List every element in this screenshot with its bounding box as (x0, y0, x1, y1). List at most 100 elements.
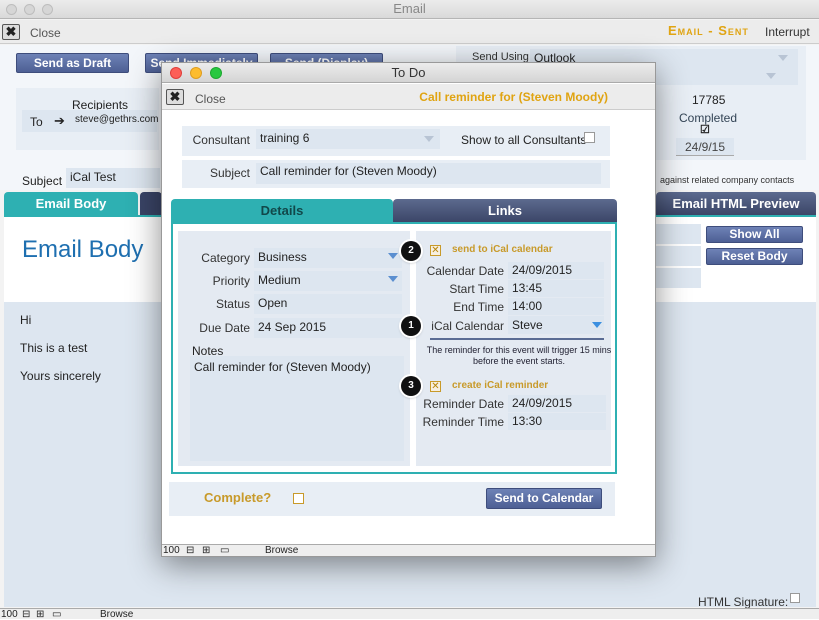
send-to-ical-label: send to iCal calendar (452, 244, 553, 255)
consultant-select[interactable]: training 6 (256, 129, 440, 149)
chevron-down-icon (424, 136, 434, 142)
email-body-heading: Email Body (22, 236, 144, 263)
completed-date: 24/9/15 (676, 138, 734, 156)
close-label[interactable]: Close (195, 92, 226, 106)
tab-details[interactable]: Details (171, 199, 393, 223)
start-time-label: Start Time (449, 282, 504, 296)
tab-html-preview[interactable]: Email HTML Preview (656, 192, 816, 216)
separator (430, 338, 604, 340)
todo-dialog: To Do ✖ Close Call reminder for (Steven … (161, 62, 656, 557)
layout-icon[interactable]: ▭ (220, 545, 229, 556)
zoom-window-icon[interactable] (42, 4, 53, 15)
start-time-input[interactable]: 13:45 (508, 280, 604, 297)
tab-email-body[interactable]: Email Body (4, 192, 138, 216)
zoom-out-icon[interactable]: ⊟ (186, 545, 194, 556)
email-title-bar: Email (0, 0, 819, 19)
tab-links[interactable]: Links (393, 199, 617, 223)
tab-hidden[interactable] (140, 192, 162, 216)
body-line: This is a test (20, 341, 88, 355)
zoom-window-icon[interactable] (210, 67, 222, 79)
consultant-label: Consultant (192, 133, 250, 147)
close-label[interactable]: Close (30, 26, 61, 40)
arrow-right-icon: ➔ (54, 113, 65, 128)
status-bar: 100 ⊟ ⊞ ▭ Browse (0, 608, 819, 620)
zoom-level[interactable]: 100 (163, 545, 180, 556)
status-label: Status (215, 297, 250, 311)
send-to-calendar-button[interactable]: Send to Calendar (486, 488, 602, 509)
dialog-toolbar: ✖ Close Call reminder for (Steven Moody) (162, 84, 655, 110)
signature-field-3[interactable] (656, 268, 701, 288)
signature-field-2[interactable] (656, 246, 701, 266)
priority-select[interactable]: Medium (254, 271, 402, 291)
mode-label: Browse (100, 609, 134, 620)
reminder-time-label: Reminder Time (422, 415, 504, 429)
dialog-header: Call reminder for (Steven Moody) (419, 90, 608, 104)
step-badge: 3 (401, 376, 421, 396)
due-date-label: Due Date (199, 321, 250, 335)
send-to-ical-checkbox[interactable]: ✕ (430, 245, 441, 256)
chevron-down-icon (778, 55, 788, 61)
reset-body-button[interactable]: Reset Body (706, 248, 803, 265)
subject-label: Subject (209, 166, 250, 180)
page-title: Email - Sent (668, 23, 749, 38)
to-label: To (30, 115, 43, 129)
status-input[interactable]: Open (254, 294, 402, 314)
zoom-out-icon[interactable]: ⊟ (22, 609, 30, 620)
checkbox-checked-icon[interactable]: ☑ (700, 123, 710, 136)
calendar-date-input[interactable]: 24/09/2015 (508, 262, 604, 279)
subject-input[interactable]: iCal Test (66, 168, 160, 188)
calendar-date-label: Calendar Date (426, 264, 504, 278)
ical-calendar-select[interactable]: Steve (508, 316, 604, 334)
close-window-icon[interactable] (170, 67, 182, 79)
record-id: 17785 (692, 93, 726, 107)
dialog-title: To Do (391, 65, 426, 80)
create-reminder-label: create iCal reminder (452, 380, 549, 391)
complete-checkbox[interactable] (293, 493, 304, 504)
body-line: Yours sincerely (20, 369, 101, 383)
dialog-status-bar: 100 ⊟ ⊞ ▭ Browse (162, 544, 655, 556)
minimize-window-icon[interactable] (24, 4, 35, 15)
mode-label: Browse (265, 545, 299, 556)
related-contacts-note: against related company contacts (660, 175, 795, 185)
priority-label: Priority (212, 274, 250, 288)
category-label: Category (201, 251, 250, 265)
chevron-down-icon (388, 276, 398, 282)
reminder-time-input[interactable]: 13:30 (508, 413, 606, 430)
zoom-level[interactable]: 100 (1, 609, 18, 620)
end-time-input[interactable]: 14:00 (508, 298, 604, 315)
show-all-consultants-checkbox[interactable] (584, 132, 595, 143)
show-all-button[interactable]: Show All (706, 226, 803, 243)
chevron-down-icon (766, 73, 776, 79)
minimize-window-icon[interactable] (190, 67, 202, 79)
reminder-date-label: Reminder Date (423, 397, 504, 411)
step-badge: 2 (401, 241, 421, 261)
complete-label: Complete? (204, 490, 272, 505)
create-reminder-checkbox[interactable]: ✕ (430, 381, 441, 392)
email-toolbar: ✖ Close Email - Sent Interrupt (0, 20, 819, 44)
layout-icon[interactable]: ▭ (52, 609, 61, 620)
body-line: Hi (20, 313, 32, 327)
chevron-down-icon (592, 322, 602, 328)
interrupt-button[interactable]: Interrupt (765, 25, 810, 39)
close-window-icon[interactable] (6, 4, 17, 15)
subject-label: Subject (22, 174, 63, 188)
signature-field-1[interactable] (656, 224, 701, 244)
due-date-input[interactable]: 24 Sep 2015 (254, 318, 402, 338)
html-signature-checkbox[interactable] (790, 593, 800, 603)
zoom-in-icon[interactable]: ⊞ (202, 545, 210, 556)
ical-calendar-label: iCal Calendar (431, 319, 504, 333)
close-icon[interactable]: ✖ (166, 89, 184, 105)
reminder-date-input[interactable]: 24/09/2015 (508, 395, 606, 412)
dialog-title-bar: To Do (162, 63, 655, 83)
chevron-down-icon (388, 253, 398, 259)
category-select[interactable]: Business (254, 248, 402, 268)
send-as-draft-button[interactable]: Send as Draft (16, 53, 129, 73)
subject-input[interactable]: Call reminder for (Steven Moody) (256, 163, 601, 184)
window-title: Email (393, 1, 426, 16)
recipient-email: steve@gethrs.com (75, 114, 159, 125)
close-icon[interactable]: ✖ (2, 24, 20, 40)
zoom-in-icon[interactable]: ⊞ (36, 609, 44, 620)
end-time-label: End Time (453, 300, 504, 314)
notes-textarea[interactable]: Call reminder for (Steven Moody) (190, 356, 404, 461)
show-all-consultants-label: Show to all Consultants (461, 133, 587, 147)
